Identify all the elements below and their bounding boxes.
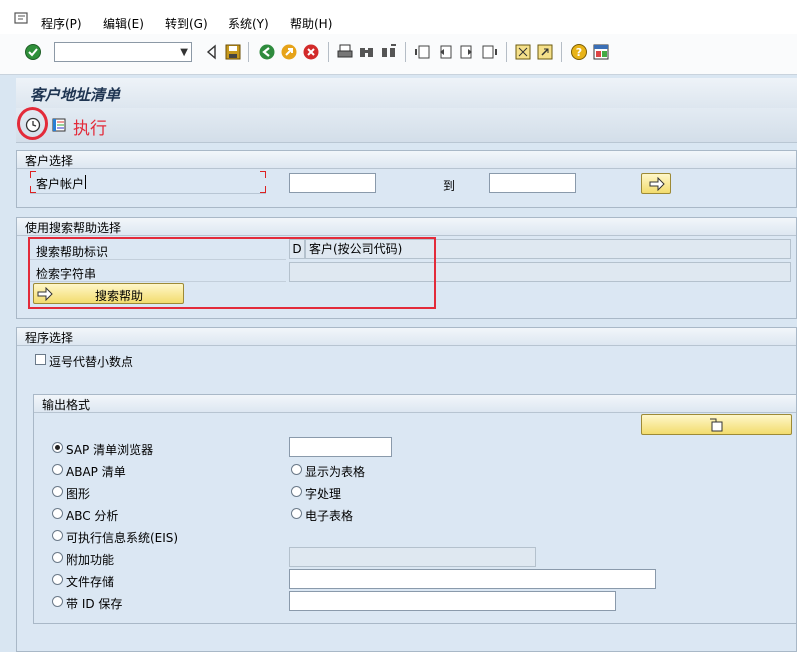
radio-additional-functions-label: 附加功能 [66,553,115,567]
svg-text:?: ? [576,46,582,59]
variant-list-icon[interactable] [52,118,66,132]
menu-bar: 程序(P) 编辑(E) 转到(G) 系统(Y) 帮助(H) [0,0,797,34]
comma-decimal-label: 逗号代替小数点 [49,355,134,369]
previous-page-icon[interactable] [436,43,454,61]
create-session-icon[interactable] [514,43,532,61]
radio-display-as-table[interactable] [291,464,302,475]
menu-icon[interactable] [14,12,28,24]
file-storage-input[interactable] [289,569,656,589]
application-toolbar: 执行 [16,108,797,143]
shortcut-icon[interactable] [536,43,554,61]
title-bar: 客户地址清单 [16,78,797,108]
help-icon[interactable]: ? [570,43,588,61]
customer-to-input[interactable] [489,173,576,193]
to-label: 到 [443,179,456,193]
radio-save-with-id-label: 带 ID 保存 [66,597,123,611]
radio-sap-list-viewer-label: SAP 清单浏览器 [66,443,154,457]
radio-abc-analysis-label: ABC 分析 [66,509,119,523]
radio-abc-analysis[interactable] [52,508,63,519]
command-field[interactable]: ▼ [54,42,192,62]
radio-save-with-id[interactable] [52,596,63,607]
page-title: 客户地址清单 [30,86,121,104]
output-format-header: 输出格式 [42,398,91,412]
radio-abap-list[interactable] [52,464,63,475]
radio-sap-list-viewer[interactable] [52,442,63,453]
radio-eis[interactable] [52,530,63,541]
search-help-header: 使用搜索帮助选择 [25,221,122,235]
customer-from-input[interactable] [289,173,376,193]
program-selection-header: 程序选择 [25,331,74,345]
menu-edit[interactable]: 编辑(E) [103,15,144,32]
radio-spreadsheet[interactable] [291,508,302,519]
radio-spreadsheet-label: 电子表格 [305,509,354,523]
search-help-highlight-box [28,237,436,309]
menu-program[interactable]: 程序(P) [41,15,82,32]
arrow-right-icon [649,176,665,194]
save-with-id-input[interactable] [289,591,616,611]
layout-select-icon [709,418,723,435]
back-icon[interactable] [258,43,276,61]
menu-help[interactable]: 帮助(H) [290,15,332,32]
exit-icon[interactable] [280,43,298,61]
radio-file-storage-label: 文件存储 [66,575,115,589]
additional-functions-input [289,547,536,567]
chevron-down-icon[interactable]: ▼ [180,47,188,58]
find-icon[interactable] [358,43,376,61]
enter-icon[interactable] [24,43,42,61]
print-icon[interactable] [336,43,354,61]
radio-additional-functions[interactable] [52,552,63,563]
variant-input[interactable] [289,437,392,457]
layout-icon[interactable] [592,43,610,61]
menu-system[interactable]: 系统(Y) [228,15,269,32]
radio-eis-label: 可执行信息系统(EIS) [66,531,179,545]
customer-selection-header: 客户选择 [25,154,74,168]
last-page-icon[interactable] [480,43,498,61]
radio-word-processing-label: 字处理 [305,487,342,501]
next-page-icon[interactable] [458,43,476,61]
radio-abap-list-label: ABAP 清单 [66,465,126,479]
multiple-selection-button[interactable] [641,173,671,194]
cancel-icon[interactable] [302,43,320,61]
back-arrow-icon[interactable] [203,43,221,61]
system-toolbar: ▼ ? [0,34,797,75]
comma-decimal-checkbox[interactable] [35,354,46,365]
execute-highlight-circle [17,107,48,140]
radio-file-storage[interactable] [52,574,63,585]
customer-account-field[interactable]: 客户帐户 [30,171,266,194]
radio-graphic-label: 图形 [66,487,91,501]
radio-word-processing[interactable] [291,486,302,497]
text-cursor [85,175,86,189]
execute-label[interactable]: 执行 [73,114,107,139]
menu-goto[interactable]: 转到(G) [165,15,208,32]
find-next-icon[interactable] [380,43,398,61]
customer-account-label: 客户帐户 [36,177,85,191]
save-icon[interactable] [224,43,242,61]
radio-display-as-table-label: 显示为表格 [305,465,366,479]
layout-select-button[interactable] [641,414,792,435]
radio-graphic[interactable] [52,486,63,497]
first-page-icon[interactable] [414,43,432,61]
